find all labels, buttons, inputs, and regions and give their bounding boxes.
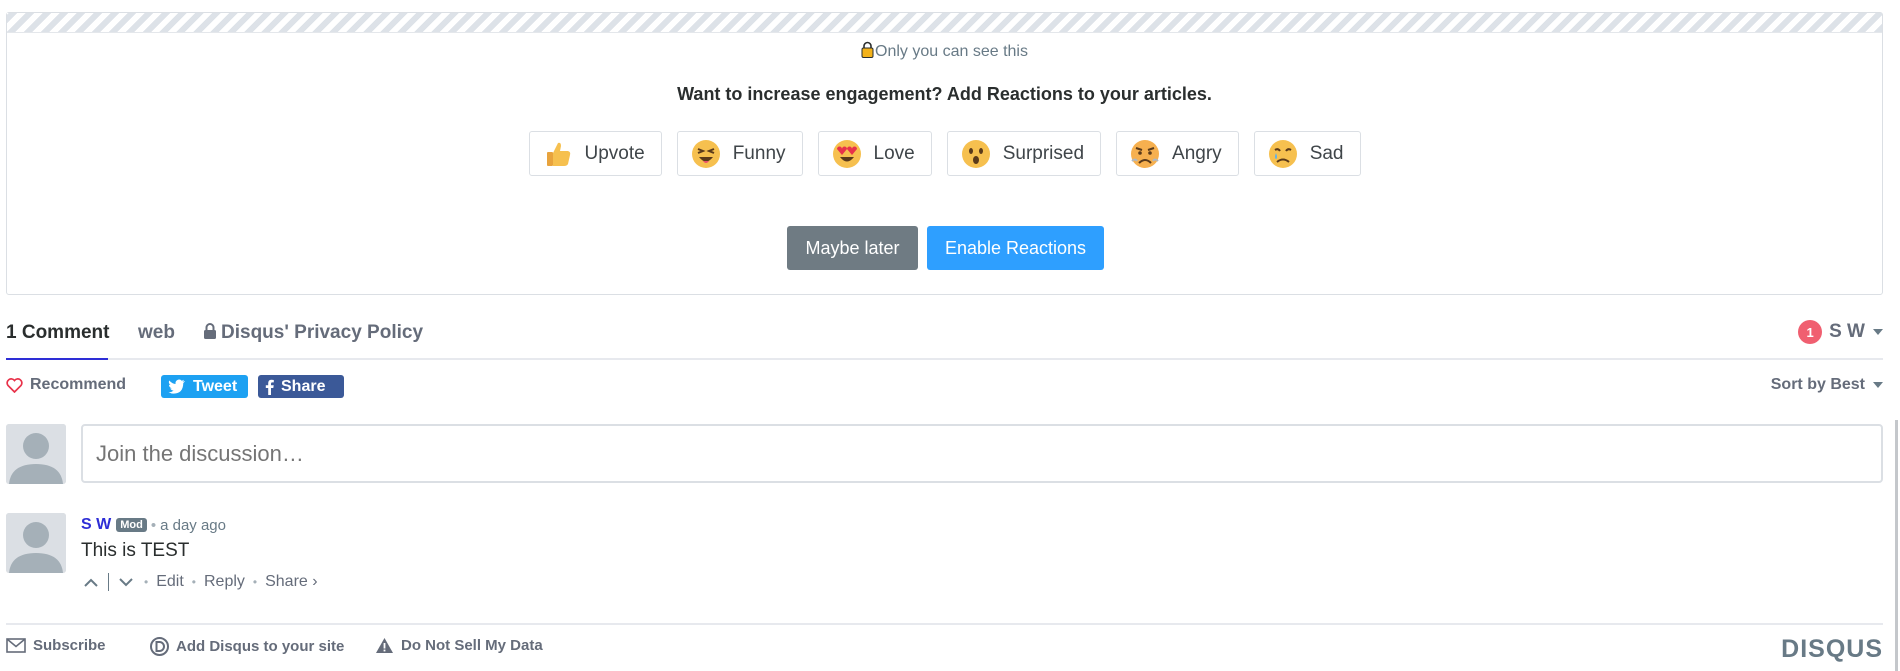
surprised-face-icon — [961, 139, 990, 168]
reaction-surprised[interactable]: Surprised — [946, 131, 1102, 176]
user-silhouette-icon — [6, 513, 66, 573]
promo-title: Want to increase engagement? Add Reactio… — [677, 84, 1212, 104]
add-disqus-label: Add Disqus to your site — [176, 638, 345, 655]
tab-privacy-policy[interactable]: Disqus' Privacy Policy — [203, 322, 423, 344]
reaction-upvote[interactable]: Upvote — [528, 131, 662, 176]
downvote-button[interactable] — [116, 572, 136, 592]
reaction-label: Love — [873, 142, 915, 164]
twitter-icon — [168, 379, 185, 394]
tab-community[interactable]: web — [138, 322, 175, 344]
thumbs-up-icon — [546, 142, 570, 166]
meta-separator: • — [150, 516, 157, 534]
facebook-share-button[interactable]: Share — [258, 375, 344, 398]
notification-badge[interactable]: 1 — [1798, 320, 1823, 344]
reaction-label: Upvote — [584, 142, 645, 164]
discussion-toolbar: Recommend Tweet Share Sort by Best — [6, 374, 1883, 398]
lock-icon — [204, 323, 216, 339]
user-menu[interactable]: 1 S W — [1798, 320, 1883, 344]
reaction-angry[interactable]: Angry — [1116, 131, 1239, 176]
tab-comments-label: 1 Comment — [6, 322, 110, 343]
reaction-sad[interactable]: Sad — [1253, 131, 1361, 176]
edit-link[interactable]: Edit — [156, 573, 184, 591]
reactions-promo-panel: Only you can see this Want to increase e… — [6, 12, 1883, 295]
comment-avatar[interactable] — [6, 513, 66, 573]
reaction-love[interactable]: Love — [817, 131, 932, 176]
laughing-face-icon — [691, 139, 720, 168]
mod-badge: Mod — [116, 518, 147, 532]
tab-community-label: web — [138, 322, 175, 343]
tab-privacy-label: Disqus' Privacy Policy — [221, 322, 424, 343]
reply-link[interactable]: Reply — [204, 573, 245, 591]
reaction-label: Angry — [1172, 142, 1222, 164]
share-link[interactable]: Share › — [265, 573, 317, 591]
sort-label: Sort by Best — [1770, 376, 1865, 393]
active-tab-indicator — [6, 358, 108, 360]
sort-dropdown[interactable]: Sort by Best — [1771, 376, 1883, 394]
chevron-down-icon — [119, 577, 133, 586]
enable-reactions-button[interactable]: Enable Reactions — [927, 226, 1104, 270]
separator-dot: • — [252, 575, 258, 589]
vote-divider — [108, 573, 109, 591]
discussion-footer: Subscribe Add Disqus to your site Do Not… — [6, 623, 1883, 671]
facebook-share-label: Share — [281, 377, 326, 395]
promo-stripe — [7, 13, 1882, 33]
separator-dot: • — [144, 575, 149, 589]
angry-face-icon — [1131, 139, 1160, 168]
subscribe-link[interactable]: Subscribe — [6, 637, 106, 654]
recommend-button[interactable]: Recommend — [6, 376, 126, 394]
avatar[interactable] — [6, 424, 66, 484]
discussion-nav: 1 Comment web Disqus' Privacy Policy 1 S… — [6, 312, 1883, 360]
chevron-down-icon — [1873, 381, 1883, 388]
facebook-icon — [265, 379, 274, 395]
warning-icon — [376, 638, 393, 653]
scrollbar-thumb[interactable] — [1895, 420, 1898, 671]
comment-text: This is TEST — [81, 540, 190, 561]
reaction-label: Funny — [732, 142, 786, 164]
sad-face-icon — [1268, 139, 1297, 168]
lock-icon — [861, 41, 874, 58]
add-disqus-link[interactable]: Add Disqus to your site — [150, 637, 344, 656]
page-scrollbar[interactable] — [1887, 0, 1900, 671]
tweet-button[interactable]: Tweet — [161, 375, 248, 398]
envelope-icon — [6, 638, 26, 653]
upvote-button[interactable] — [81, 572, 101, 592]
private-note-text: Only you can see this — [875, 43, 1028, 60]
private-note: Only you can see this — [7, 41, 1882, 61]
separator-dot: • — [191, 575, 196, 589]
chevron-up-icon — [84, 578, 98, 587]
comment-meta: S W Mod • a day ago — [81, 516, 226, 534]
reaction-options: Upvote Funny Love Surprised Angry Sad — [7, 131, 1882, 176]
username: S W — [1829, 321, 1865, 342]
do-not-sell-label: Do Not Sell My Data — [401, 637, 543, 654]
disqus-brand-logo[interactable]: DISQUS — [1781, 635, 1883, 664]
reaction-label: Surprised — [1002, 142, 1085, 164]
recommend-label: Recommend — [30, 376, 127, 393]
tab-comments[interactable]: 1 Comment — [6, 322, 109, 344]
reaction-label: Sad — [1309, 142, 1344, 164]
promo-actions: Maybe later Enable Reactions — [7, 226, 1882, 270]
reaction-funny[interactable]: Funny — [676, 131, 803, 176]
heart-eyes-face-icon — [832, 139, 861, 168]
do-not-sell-link[interactable]: Do Not Sell My Data — [375, 637, 543, 654]
user-silhouette-icon — [6, 424, 66, 484]
maybe-later-button[interactable]: Maybe later — [787, 226, 918, 270]
comment-composer-input[interactable] — [81, 424, 1883, 483]
comment-author[interactable]: S W — [81, 516, 111, 534]
tweet-label: Tweet — [193, 377, 238, 395]
chevron-down-icon — [1873, 329, 1883, 335]
comment-timestamp[interactable]: a day ago — [160, 517, 226, 534]
heart-icon — [6, 377, 23, 393]
comment-actions: • Edit • Reply • Share › — [81, 572, 318, 592]
subscribe-label: Subscribe — [33, 637, 106, 654]
disqus-logo-icon — [150, 637, 169, 656]
